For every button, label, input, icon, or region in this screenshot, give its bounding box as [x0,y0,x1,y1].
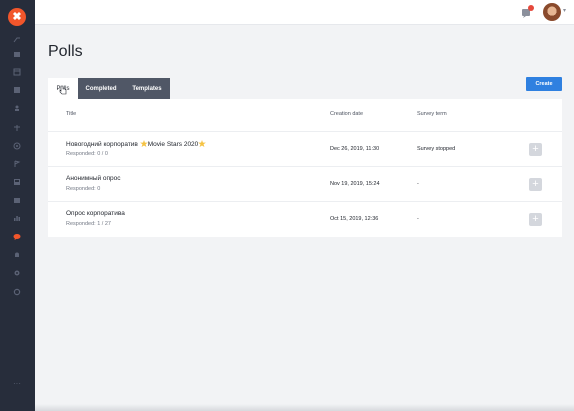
refresh-icon[interactable] [11,286,23,298]
gear-icon[interactable] [11,267,23,279]
poll-responded: Responded: 0 / 0 [66,151,108,157]
target-icon[interactable] [11,140,23,152]
star-icon [198,140,207,147]
save-icon[interactable] [11,176,23,188]
message-icon[interactable] [11,231,23,243]
person-icon[interactable] [11,102,23,114]
sidebar: ✖ ··· [0,0,35,411]
column-header-date[interactable]: Creation date [330,111,363,117]
poll-title[interactable]: Опрос корпоратива [66,210,125,217]
avatar[interactable] [543,3,561,21]
poll-date: Dec 26, 2019, 11:30 [330,146,380,152]
poll-responded: Responded: 1 / 27 [66,221,111,227]
image-icon[interactable] [11,194,23,206]
poll-date: Oct 15, 2019, 12:36 [330,216,379,222]
bottom-shadow [35,404,574,411]
app-logo[interactable]: ✖ [8,8,26,26]
poll-title[interactable]: Анонимный опрос [66,175,121,182]
column-header-title[interactable]: Title [66,111,76,117]
poll-term: Survey stopped [417,146,456,152]
poll-title-part: Movie Stars 2020 [147,141,199,148]
tab-completed[interactable]: Completed [78,78,124,99]
plus-icon[interactable]: + [529,213,542,226]
column-header-term[interactable]: Survey term [417,111,447,117]
poll-responded: Responded: 0 [66,186,101,192]
hand-cursor-icon [59,85,67,95]
create-button[interactable]: Create [526,77,562,91]
table-row[interactable]: Анонимный опрос Responded: 0 Nov 19, 201… [48,166,562,201]
tab-templates[interactable]: Templates [124,78,170,99]
chart-icon[interactable] [11,212,23,224]
poll-term: - [417,216,419,222]
tree-icon[interactable] [11,122,23,134]
table-row[interactable]: Опрос корпоратива Responded: 1 / 27 Oct … [48,201,562,236]
poll-term: - [417,181,419,187]
poll-title[interactable]: Новогодний корпоратив Movie Stars 2020 [66,140,207,148]
poll-date: Nov 19, 2019, 15:24 [330,181,380,187]
plus-icon[interactable]: + [529,178,542,191]
pulse-icon[interactable] [11,34,23,46]
poll-title-part: Новогодний корпоратив [66,141,140,148]
calendar-icon[interactable] [11,66,23,78]
star-icon [139,140,148,147]
contacts-icon[interactable] [11,84,23,96]
top-bar: ▾ [35,0,574,25]
notification-badge [528,5,534,11]
notification-icon[interactable] [520,5,534,19]
chevron-down-icon[interactable]: ▾ [563,8,569,14]
bell-icon[interactable] [11,249,23,261]
mail-icon[interactable] [11,48,23,60]
page-title: Polls [48,43,83,60]
polls-table: Title Creation date Survey term Новогодн… [48,99,562,237]
flag-icon[interactable] [11,158,23,170]
table-row[interactable]: Новогодний корпоратив Movie Stars 2020 R… [48,131,562,166]
more-icon[interactable]: ··· [10,380,24,388]
plus-icon[interactable]: + [529,143,542,156]
